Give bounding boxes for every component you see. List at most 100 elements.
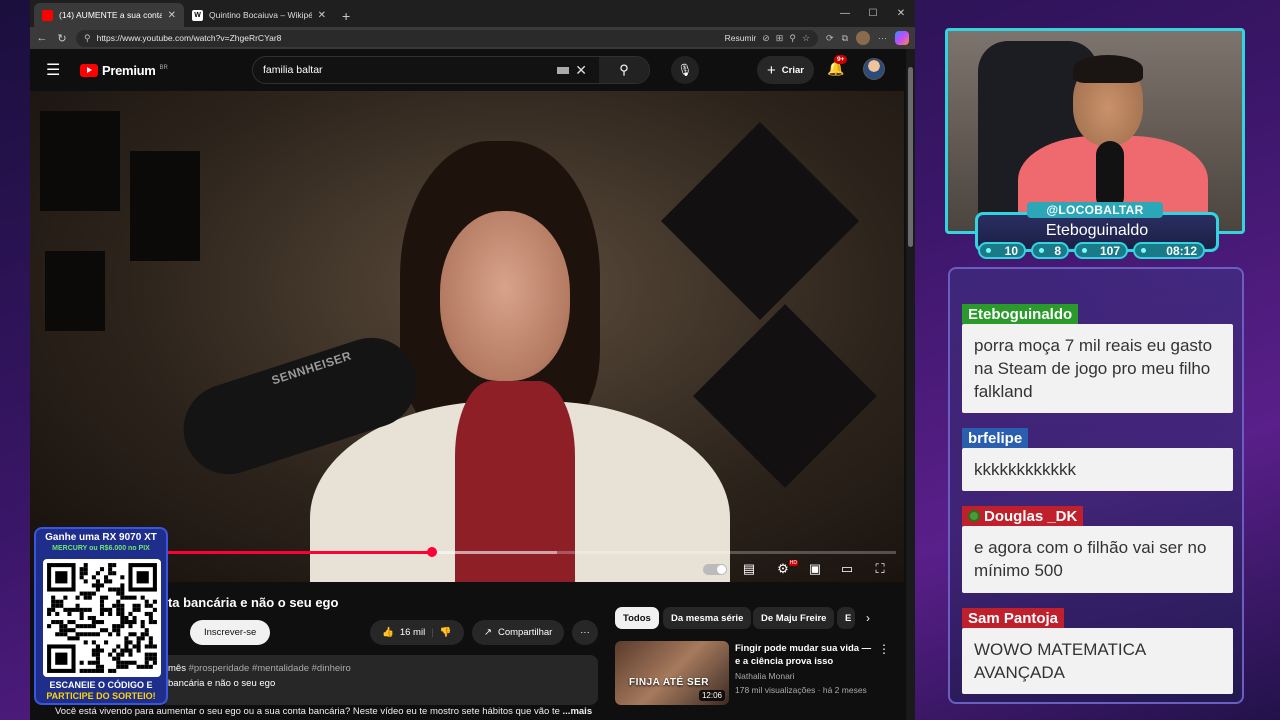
progress-bar[interactable] [160, 547, 896, 557]
collections-icon[interactable]: ⧉ [842, 33, 848, 44]
url-text: https://www.youtube.com/watch?v=ZhgeRrCY… [96, 33, 282, 43]
url-field[interactable]: ⚲ https://www.youtube.com/watch?v=ZhgeRr… [76, 29, 819, 47]
profile-avatar[interactable] [856, 31, 870, 45]
create-button[interactable]: + Criar [757, 56, 814, 84]
chip-same-series[interactable]: Da mesma série [663, 607, 752, 629]
share-label: Compartilhar [497, 627, 553, 638]
stat-icon [1082, 248, 1087, 253]
more-vertical-icon[interactable]: ⋮ [878, 642, 890, 656]
description-box[interactable]: mês #prosperidade #mentalidade #dinheiro… [160, 655, 598, 705]
voice-search-button[interactable]: 🎙 [671, 56, 699, 84]
subtitles-icon[interactable]: ▤ [738, 560, 760, 578]
page-scrollbar[interactable] [906, 49, 915, 720]
site-info-icon[interactable]: ⚲ [84, 33, 91, 44]
promo-subline: MERCURY ou R$6.000 no PIX [52, 545, 150, 552]
window-controls: — ☐ ✕ [831, 0, 915, 27]
region-code: BR [159, 64, 168, 71]
stat-icon [986, 248, 991, 253]
translate-icon[interactable]: ⊘ [762, 33, 770, 44]
chat-message: kkkkkkkkkkkk [962, 448, 1233, 491]
streamer-hair [1073, 55, 1143, 83]
stat-value: 08:12 [1166, 243, 1197, 258]
recommendation-channel[interactable]: Nathalia Monari [735, 671, 795, 681]
search-input[interactable]: familia baltar [253, 64, 557, 76]
menu-icon[interactable]: ☰ [46, 60, 70, 80]
share-icon: ↗ [484, 627, 492, 638]
acoustic-panel [661, 122, 859, 320]
notifications-button[interactable]: 🔔 9+ [827, 55, 848, 77]
account-avatar[interactable] [863, 58, 885, 80]
subscribe-button[interactable]: Inscrever-se [190, 620, 271, 645]
promo-headline: Ganhe uma RX 9070 XT [45, 532, 157, 543]
grid-icon[interactable]: ⊞ [776, 33, 784, 44]
stat-pill: 10 [978, 242, 1026, 259]
stat-pill: 8 [1031, 242, 1069, 259]
maximize-icon[interactable]: ☐ [859, 0, 887, 27]
back-icon[interactable]: ← [36, 32, 48, 44]
presenter-face [440, 211, 570, 381]
share-button[interactable]: ↗ Compartilhar [472, 620, 565, 645]
miniplayer-icon[interactable]: ▣ [804, 560, 826, 578]
tab-youtube[interactable]: (14) AUMENTE a sua conta bancá ✕ [34, 3, 184, 27]
refresh-icon[interactable]: ↻ [56, 32, 68, 45]
extensions-icon[interactable]: ⟳ [826, 33, 834, 44]
clear-search-icon[interactable]: ✕ [575, 62, 587, 79]
chip-all[interactable]: Todos [615, 607, 659, 629]
promo-cta-1: ESCANEIE O CÓDIGO E [49, 680, 153, 690]
recommendation-stats: 178 mil visualizações · há 2 meses [735, 685, 867, 695]
tab-bar: (14) AUMENTE a sua conta bancá ✕ W Quint… [30, 0, 915, 27]
wall-frame [45, 251, 105, 331]
resumir-button[interactable]: Resumir [725, 33, 757, 43]
chip-from-channel[interactable]: De Maju Freire [753, 607, 835, 629]
autoplay-toggle[interactable] [702, 560, 728, 578]
description-text-row: Você está vivendo para aumentar o seu eg… [55, 706, 592, 717]
minimize-icon[interactable]: — [831, 0, 859, 27]
video-player[interactable]: SENNHEISER ▤ ⚙ HD ▣ ▭ ⛶ [30, 91, 904, 582]
settings-icon[interactable]: ⚙ HD [772, 560, 798, 578]
notification-badge: 9+ [834, 55, 848, 64]
chat-username: Eteboguinaldo [962, 304, 1079, 324]
upload-date: mês [168, 663, 186, 674]
chat-username: Douglas _DK [984, 507, 1078, 525]
stat-icon [1039, 248, 1044, 253]
like-button[interactable]: 👍 16 mil | 👎 [370, 620, 464, 645]
thumbs-up-icon: 👍 [382, 627, 394, 638]
create-label: Criar [781, 64, 804, 76]
tab-wikipedia[interactable]: W Quintino Bocaiuva – Wikipédia, a ✕ [184, 3, 334, 27]
more-actions-button[interactable]: ··· [572, 620, 598, 645]
chat-username: Sam Pantoja [962, 608, 1065, 628]
youtube-header: ☰ Premium BR familia baltar ✕ ⚲ 🎙 + Cria… [30, 49, 915, 91]
close-tab-icon[interactable]: ✕ [168, 10, 176, 21]
stat-value: 8 [1054, 243, 1061, 258]
more-icon[interactable]: ··· [878, 33, 887, 43]
tab-title: (14) AUMENTE a sua conta bancá [59, 10, 162, 20]
microphone-icon: 🎙 [677, 63, 693, 77]
close-tab-icon[interactable]: ✕ [318, 10, 326, 21]
show-more-link[interactable]: ...mais [563, 706, 593, 717]
search-box: familia baltar ✕ ⚲ [252, 56, 650, 84]
theater-mode-icon[interactable]: ▭ [836, 560, 858, 578]
copilot-icon[interactable] [895, 31, 909, 45]
scrollbar-thumb[interactable] [908, 67, 913, 247]
keyboard-icon[interactable] [557, 66, 570, 74]
promo-cta-2: PARTICIPE DO SORTEIO! [46, 691, 156, 701]
more-horizontal-icon: ··· [580, 627, 590, 638]
thumbnail-caption: FINJA ATÉ SER [629, 677, 710, 688]
streamer-microphone [1096, 141, 1124, 211]
tab-title: Quintino Bocaiuva – Wikipédia, a [209, 10, 312, 20]
zoom-icon[interactable]: ⚲ [789, 33, 796, 44]
recommendation-thumbnail[interactable]: FINJA ATÉ SER 12:06 [615, 641, 729, 705]
youtube-logo[interactable]: Premium BR [80, 63, 168, 78]
chevron-right-icon[interactable]: › [866, 611, 870, 625]
favorite-star-icon[interactable]: ☆ [802, 33, 810, 44]
search-button[interactable]: ⚲ [599, 57, 649, 83]
recommendation-title[interactable]: Fingir pode mudar sua vida — e a ciência… [735, 642, 875, 668]
stat-pill: 08:12 [1133, 242, 1205, 259]
fullscreen-icon[interactable]: ⛶ [869, 560, 891, 578]
new-tab-icon[interactable]: + [334, 8, 358, 27]
chip-more[interactable]: E [837, 607, 855, 629]
thumbs-down-icon[interactable]: 👎 [440, 627, 452, 638]
chat-username-row: Douglas _DK [962, 506, 1084, 526]
hashtags[interactable]: #prosperidade #mentalidade #dinheiro [189, 663, 351, 674]
close-window-icon[interactable]: ✕ [887, 0, 915, 27]
